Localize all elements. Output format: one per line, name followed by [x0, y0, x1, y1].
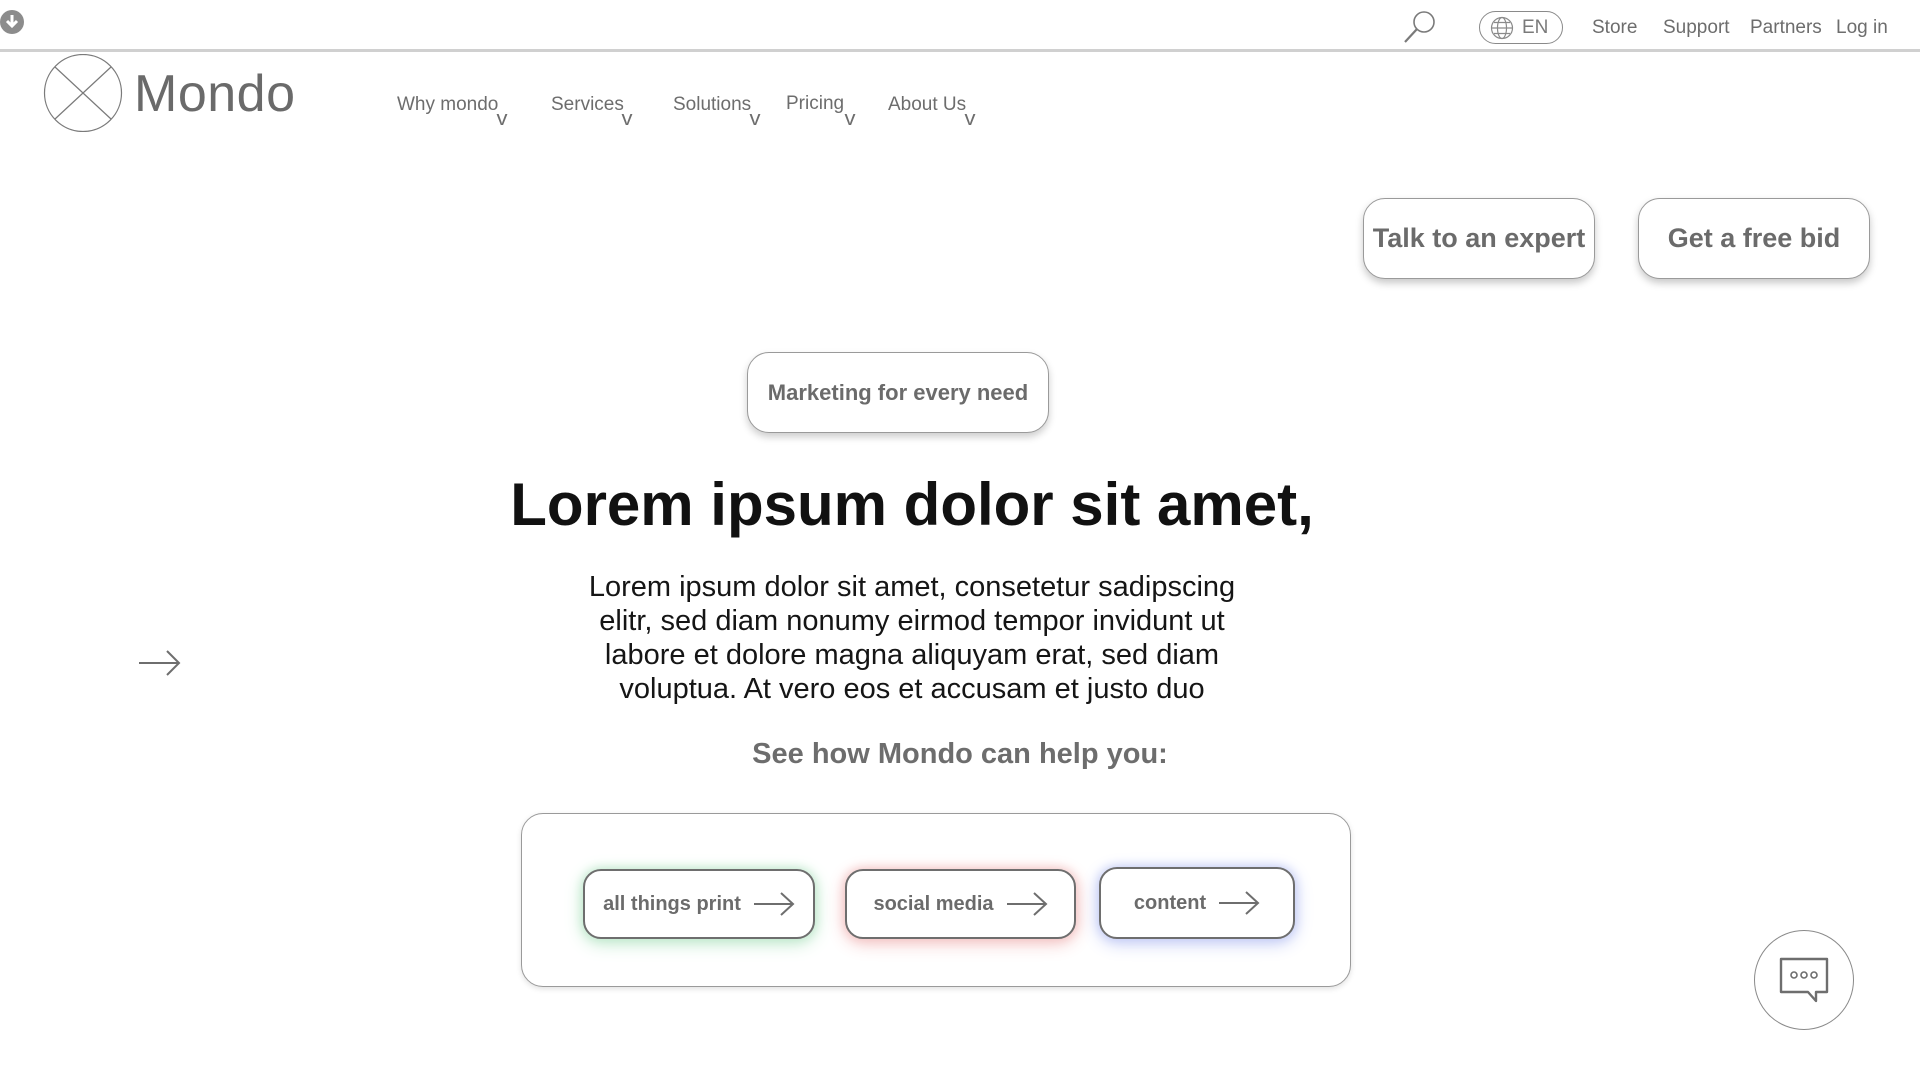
- chip-label: social media: [873, 892, 994, 915]
- hero-title: Lorem ipsum dolor sit amet,: [510, 471, 1314, 538]
- social-media-button[interactable]: social media: [845, 869, 1076, 939]
- support-link[interactable]: Support: [1663, 17, 1730, 39]
- search-icon[interactable]: [1402, 9, 1438, 45]
- nav-solutions[interactable]: Solutions: [673, 94, 751, 116]
- page: EN Store Support Partners Log in Mondo W…: [0, 0, 1920, 1080]
- hero-tag: Marketing for every need: [747, 352, 1049, 433]
- free-bid-button[interactable]: Get a free bid: [1638, 198, 1870, 279]
- language-label: EN: [1522, 16, 1549, 38]
- arrow-right-icon: [1219, 891, 1260, 915]
- chip-label: all things print: [603, 892, 741, 915]
- chevron-down-icon: v: [749, 108, 761, 130]
- nav-about-us[interactable]: About Us: [888, 94, 966, 116]
- logo-mark[interactable]: [42, 54, 124, 132]
- partners-link[interactable]: Partners: [1750, 17, 1822, 39]
- all-things-print-button[interactable]: all things print: [583, 869, 815, 939]
- chevron-down-icon: v: [844, 108, 856, 130]
- nav-why-mondo[interactable]: Why mondo: [397, 94, 498, 116]
- globe-icon: [1490, 16, 1514, 39]
- chat-button[interactable]: [1754, 930, 1854, 1030]
- hero-body: Lorem ipsum dolor sit amet, consetetur s…: [588, 571, 1236, 705]
- login-link[interactable]: Log in: [1836, 17, 1888, 39]
- nav-services[interactable]: Services: [551, 94, 624, 116]
- content-button[interactable]: content: [1099, 867, 1295, 939]
- nav-pricing[interactable]: Pricing: [786, 93, 844, 115]
- chevron-down-icon: v: [964, 108, 976, 130]
- store-link[interactable]: Store: [1592, 17, 1637, 39]
- service-chooser-panel: all things print social media content: [521, 813, 1351, 987]
- language-selector[interactable]: EN: [1479, 11, 1563, 44]
- top-utility-bar: EN Store Support Partners Log in: [0, 0, 1920, 52]
- logo-wordmark[interactable]: Mondo: [134, 64, 296, 124]
- chip-label: content: [1133, 891, 1207, 914]
- talk-to-expert-button[interactable]: Talk to an expert: [1363, 198, 1595, 279]
- download-circle-icon[interactable]: [0, 9, 28, 35]
- arrow-right-icon: [753, 892, 795, 916]
- chevron-down-icon: v: [496, 108, 508, 130]
- arrow-right-icon: [1006, 892, 1048, 916]
- chat-bubble-icon: [1779, 957, 1829, 1003]
- chevron-down-icon: v: [621, 108, 633, 130]
- hero-subheading: See how Mondo can help you:: [752, 738, 1168, 770]
- arrow-right-icon[interactable]: [138, 648, 182, 678]
